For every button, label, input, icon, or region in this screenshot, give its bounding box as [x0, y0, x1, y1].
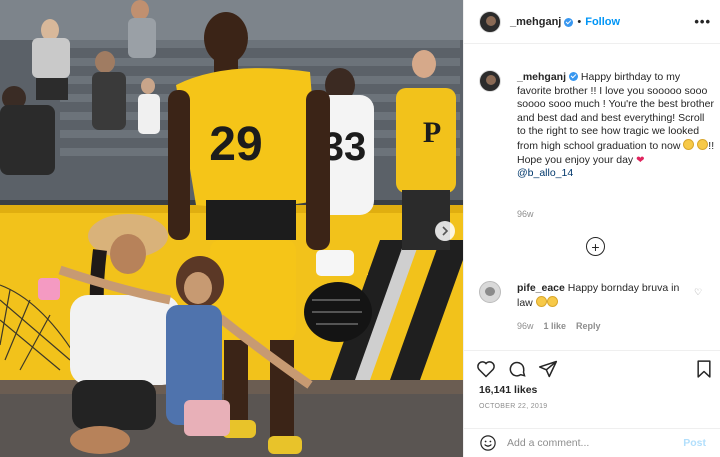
save-bookmark-icon[interactable]	[694, 359, 714, 379]
add-comment-input[interactable]	[507, 437, 677, 449]
grimace-emoji-icon-2	[697, 138, 709, 150]
comment-username[interactable]: pife_eace	[517, 282, 565, 294]
carousel-next-button[interactable]	[435, 221, 455, 241]
grimace-emoji-icon-4	[546, 295, 558, 307]
caption-avatar[interactable]	[479, 70, 501, 92]
post-image: 33 P 29	[0, 0, 463, 457]
post-comment-button[interactable]: Post	[683, 437, 706, 449]
comment-reply-button[interactable]: Reply	[576, 321, 601, 331]
verified-badge-icon	[564, 18, 574, 27]
chevron-right-icon	[442, 226, 449, 236]
add-comment-bar: Post	[464, 428, 720, 457]
comment-like-icon[interactable]: ♡	[694, 287, 702, 298]
header-avatar[interactable]	[479, 10, 501, 33]
post-header: _mehganj • Follow •••	[464, 0, 720, 44]
post-photo[interactable]: 33 P 29	[0, 0, 463, 457]
caption-username[interactable]: _mehganj	[517, 71, 566, 83]
more-options-icon[interactable]: •••	[694, 14, 711, 29]
comment-meta: 96w 1 like Reply	[517, 321, 601, 331]
caption-mention-link[interactable]: @b_allo_14	[517, 167, 573, 179]
header-separator: •	[577, 15, 582, 28]
jersey-front-number: 29	[209, 118, 262, 171]
comment-bubble-icon[interactable]	[507, 359, 527, 379]
comment-text: pife_eace Happy bornday bruva in law	[517, 282, 687, 310]
post-date: OCTOBER 22, 2019	[479, 403, 548, 410]
post-side-panel: _mehganj • Follow ••• _mehganj Happy bir…	[463, 0, 720, 457]
follow-button[interactable]: Follow	[585, 16, 620, 28]
caption-timestamp[interactable]: 96w	[517, 209, 534, 219]
action-bar	[464, 350, 720, 386]
share-send-icon[interactable]	[538, 359, 558, 379]
grimace-emoji-icon-3	[535, 295, 547, 307]
comment-likes[interactable]: 1 like	[544, 321, 567, 331]
svg-text:P: P	[423, 116, 441, 149]
header-username[interactable]: _mehganj	[510, 16, 561, 28]
comments-section: _mehganj Happy birthday to my favorite b…	[464, 44, 720, 350]
emoji-smiley-icon[interactable]	[479, 434, 497, 452]
comment-avatar[interactable]	[479, 281, 501, 303]
red-heart-emoji-icon: ❤	[636, 154, 645, 166]
comment-timestamp[interactable]: 96w	[517, 321, 534, 331]
like-heart-icon[interactable]	[476, 359, 496, 379]
caption-verified-icon	[569, 72, 579, 81]
grimace-emoji-icon	[683, 138, 695, 150]
likes-count[interactable]: 16,141 likes	[479, 384, 537, 396]
load-more-comments-icon[interactable]: +	[586, 237, 605, 256]
caption-text: _mehganj Happy birthday to my favorite b…	[517, 71, 715, 181]
